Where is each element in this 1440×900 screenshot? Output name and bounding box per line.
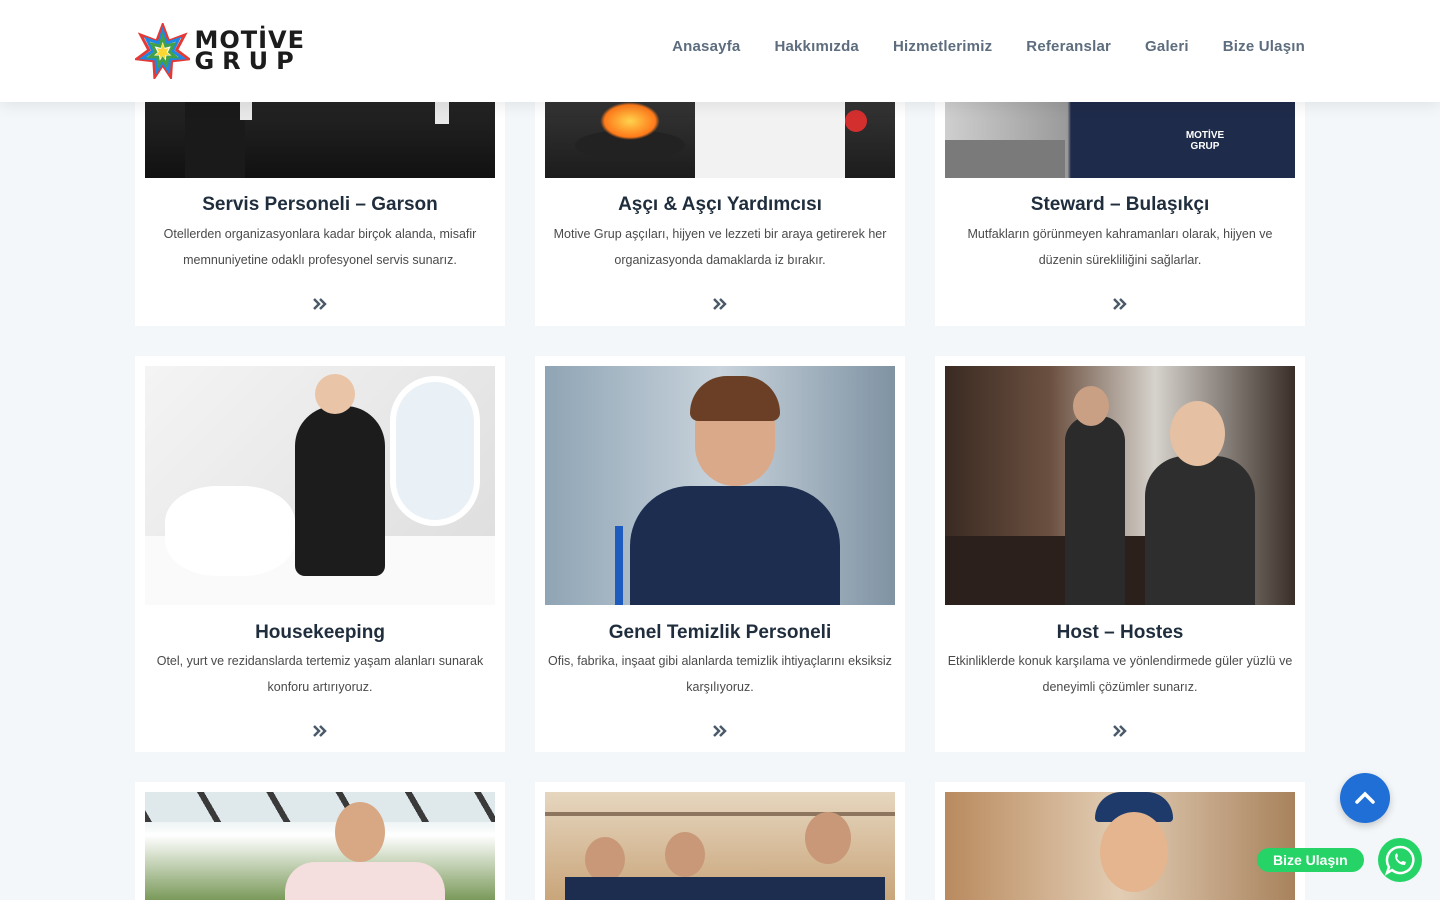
main-nav: Anasayfa Hakkımızda Hizmetlerimiz Refera… <box>672 38 1305 55</box>
nav-link-gallery[interactable]: Galeri <box>1145 38 1189 55</box>
whatsapp-icon <box>1384 845 1415 876</box>
service-image <box>545 366 895 605</box>
whatsapp-button[interactable] <box>1378 838 1422 882</box>
star-logo-icon <box>135 23 191 79</box>
service-card[interactable] <box>535 782 905 900</box>
double-chevron-right-icon[interactable] <box>312 724 328 738</box>
service-image <box>145 366 495 605</box>
double-chevron-right-icon[interactable] <box>712 724 728 738</box>
brand-name-line2: GRUP <box>194 47 302 75</box>
nav-link-references[interactable]: Referanslar <box>1026 38 1111 55</box>
double-chevron-right-icon[interactable] <box>1112 297 1128 311</box>
double-chevron-right-icon[interactable] <box>1112 724 1128 738</box>
service-description: Otel, yurt ve rezidanslarda tertemiz yaş… <box>156 654 484 694</box>
service-image <box>145 792 495 900</box>
service-description: Otellerden organizasyonlara kadar birçok… <box>163 227 477 267</box>
service-card[interactable]: Housekeeping Otel, yurt ve rezidanslarda… <box>135 356 505 752</box>
service-description: Mutfakların görünmeyen kahramanları olar… <box>967 227 1273 267</box>
brand-logo[interactable]: MOTİVE GRUP <box>135 23 305 79</box>
service-image <box>945 792 1295 900</box>
service-title: Aşçı & Aşçı Yardımcısı <box>618 194 822 215</box>
service-title: Genel Temizlik Personeli <box>608 622 832 643</box>
nav-link-about[interactable]: Hakkımızda <box>774 38 859 55</box>
service-description: Motive Grup aşçıları, hijyen ve lezzeti … <box>553 227 887 267</box>
nav-link-services[interactable]: Hizmetlerimiz <box>893 38 992 55</box>
double-chevron-right-icon[interactable] <box>712 297 728 311</box>
service-description: Etkinliklerde konuk karşılama ve yönlend… <box>947 654 1293 694</box>
service-description: Ofis, fabrika, inşaat gibi alanlarda tem… <box>548 654 892 694</box>
service-card[interactable]: Servis Personeli – Garson Otellerden org… <box>135 80 505 326</box>
service-image <box>545 792 895 900</box>
chevron-up-icon <box>1355 791 1375 804</box>
site-header: MOTİVE GRUP Anasayfa Hakkımızda Hizmetle… <box>0 0 1440 102</box>
nav-link-home[interactable]: Anasayfa <box>672 38 740 55</box>
scroll-to-top-button[interactable] <box>1340 773 1390 823</box>
service-card[interactable] <box>135 782 505 900</box>
service-title: Housekeeping <box>255 622 385 643</box>
service-image <box>945 366 1295 605</box>
service-card[interactable]: Genel Temizlik Personeli Ofis, fabrika, … <box>535 356 905 752</box>
service-title: Host – Hostes <box>1056 622 1184 643</box>
double-chevron-right-icon[interactable] <box>312 297 328 311</box>
service-card[interactable]: Aşçı & Aşçı Yardımcısı Motive Grup aşçıl… <box>535 80 905 326</box>
service-title: Servis Personeli – Garson <box>202 194 438 215</box>
service-card[interactable] <box>935 782 1305 900</box>
nav-link-contact[interactable]: Bize Ulaşın <box>1223 38 1305 55</box>
whatsapp-label[interactable]: Bize Ulaşın <box>1257 848 1364 872</box>
service-card[interactable]: Host – Hostes Etkinliklerde konuk karşıl… <box>935 356 1305 752</box>
service-card[interactable]: MOTİVE GRUP Steward – Bulaşıkçı Mutfaklar… <box>935 80 1305 326</box>
service-title: Steward – Bulaşıkçı <box>1030 194 1210 215</box>
